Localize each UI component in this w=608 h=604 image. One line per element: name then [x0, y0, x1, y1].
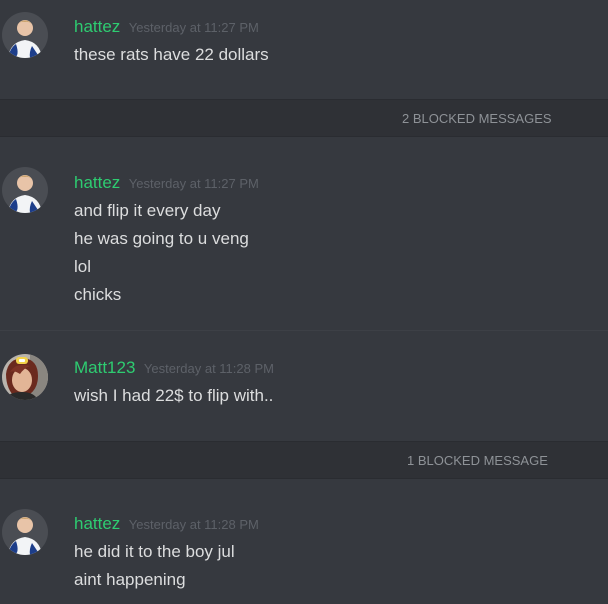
- message-group: hattez Yesterday at 11:28 PM he did it t…: [0, 479, 608, 604]
- blocked-messages-label[interactable]: 2 BLOCKED MESSAGES: [402, 110, 552, 128]
- message-text: these rats have 22 dollars: [74, 45, 269, 64]
- user-avatar-hattez[interactable]: [2, 509, 48, 555]
- message-header: Matt123 Yesterday at 11:28 PM: [74, 357, 274, 380]
- username[interactable]: Matt123: [74, 358, 135, 377]
- message-text: chicks: [74, 285, 122, 304]
- message-text: aint happening: [74, 570, 186, 589]
- chat-message-list: hattez Yesterday at 11:27 PM these rats …: [0, 0, 608, 604]
- white-jersey-user-avatar-icon: [2, 509, 48, 555]
- username[interactable]: hattez: [74, 514, 120, 533]
- message-header: hattez Yesterday at 11:28 PM: [74, 513, 259, 536]
- user-avatar-hattez[interactable]: [2, 12, 48, 58]
- message-text: he was going to u veng: [74, 229, 249, 248]
- blocked-messages-label[interactable]: 1 BLOCKED MESSAGE: [407, 452, 548, 470]
- message-header: hattez Yesterday at 11:27 PM: [74, 172, 259, 195]
- message-text: and flip it every day: [74, 201, 221, 220]
- blocked-messages-bar[interactable]: 2 BLOCKED MESSAGES: [0, 99, 608, 137]
- white-jersey-user-avatar-icon: [2, 12, 48, 58]
- timestamp: Yesterday at 11:27 PM: [128, 20, 259, 35]
- red-haired-user-avatar-icon: [2, 354, 48, 400]
- message-header: hattez Yesterday at 11:27 PM: [74, 16, 259, 39]
- message-group: hattez Yesterday at 11:27 PM these rats …: [0, 0, 608, 98]
- username[interactable]: hattez: [74, 173, 120, 192]
- white-jersey-user-avatar-icon: [2, 167, 48, 213]
- timestamp: Yesterday at 11:27 PM: [128, 176, 259, 191]
- username[interactable]: hattez: [74, 17, 120, 36]
- blocked-messages-bar[interactable]: 1 BLOCKED MESSAGE: [0, 441, 608, 479]
- message-text: wish I had 22$ to flip with..: [74, 386, 274, 405]
- user-avatar-hattez[interactable]: [2, 167, 48, 213]
- timestamp: Yesterday at 11:28 PM: [128, 517, 259, 532]
- message-text: lol: [74, 257, 92, 276]
- message-group: hattez Yesterday at 11:27 PM and flip it…: [0, 137, 608, 330]
- user-avatar-matt123[interactable]: [2, 354, 48, 400]
- timestamp: Yesterday at 11:28 PM: [143, 361, 274, 376]
- message-group: Matt123 Yesterday at 11:28 PM wish I had…: [0, 331, 608, 441]
- message-text: he did it to the boy jul: [74, 542, 235, 561]
